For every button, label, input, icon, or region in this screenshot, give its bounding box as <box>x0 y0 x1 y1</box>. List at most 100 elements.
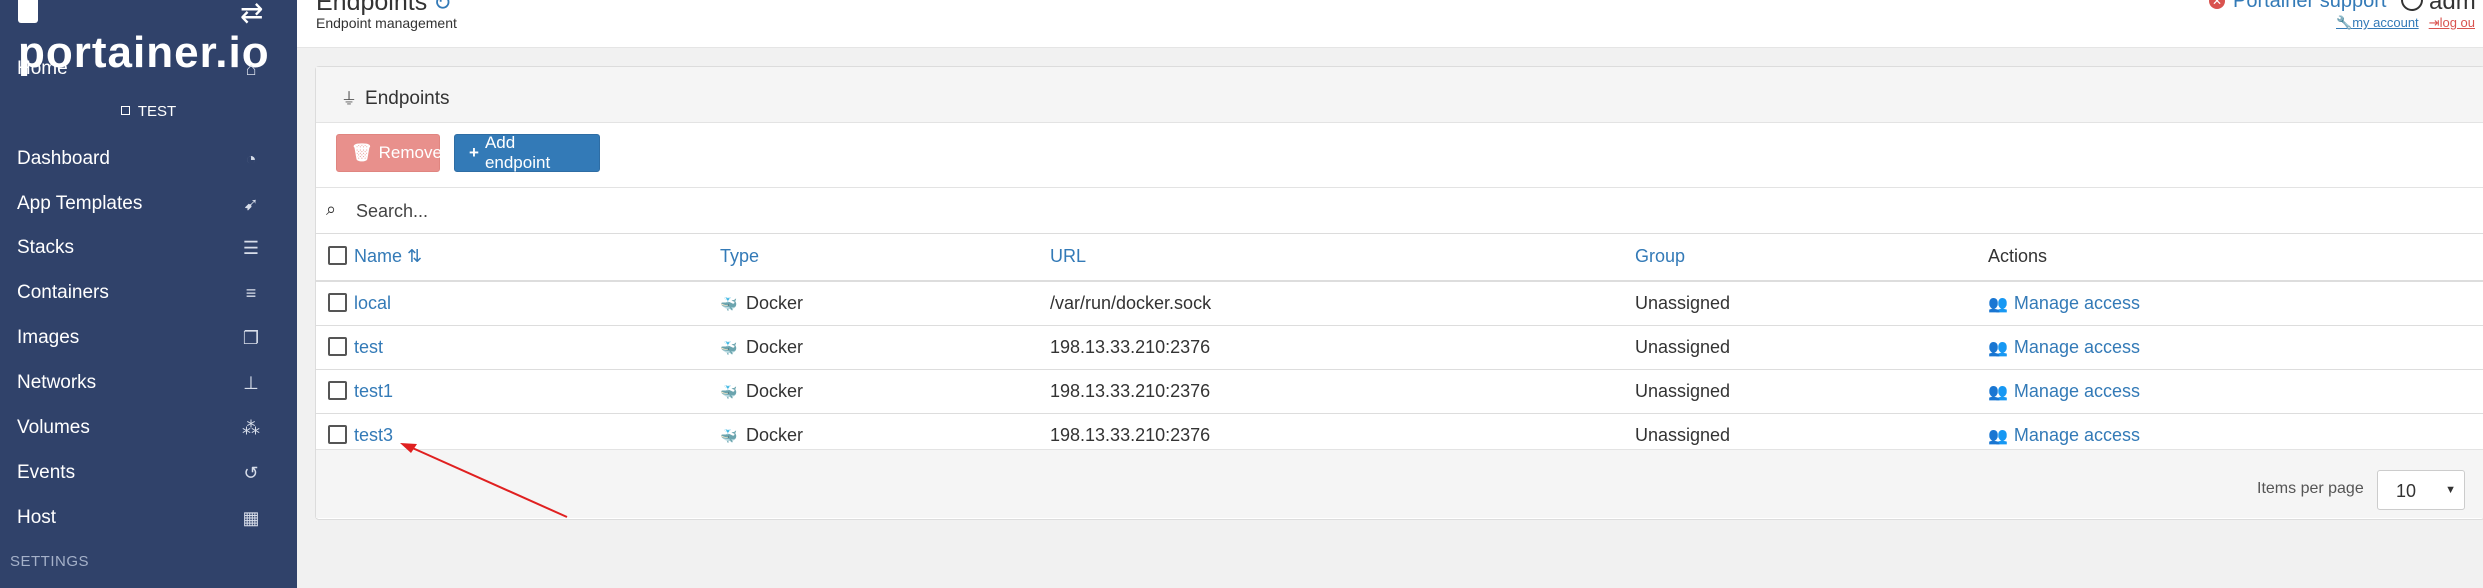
type-sort-link[interactable]: Type <box>720 246 759 266</box>
sidebar-item-home[interactable]: Home ⌂ <box>0 47 297 91</box>
page-title-text: Endpoints <box>316 0 428 16</box>
remove-button[interactable]: 🗑 Remove <box>336 134 442 172</box>
sidebar-item-label: Volumes <box>17 417 90 438</box>
manage-access-label: Manage access <box>2013 425 2140 445</box>
user-icon <box>2401 0 2423 11</box>
type-label: Docker <box>746 425 804 445</box>
sidebar: portainer.io ⇄ Home ⌂ TEST Dashboard ◔ A… <box>0 0 297 588</box>
my-account-link[interactable]: 🔧my account <box>2336 15 2419 30</box>
widget-title-text: Endpoints <box>365 88 450 109</box>
manage-access-link[interactable]: 👥 Manage access <box>1988 381 2140 401</box>
remove-label: Remove <box>378 143 442 162</box>
widget-title: ⏚ Endpoints <box>341 85 450 110</box>
url-cell: 198.13.33.210:2376 <box>1050 369 1635 414</box>
search-icon: ⌕ <box>326 199 337 219</box>
manage-access-link[interactable]: 👥 Manage access <box>1988 337 2140 357</box>
name-column-header[interactable]: Name ⇅ <box>354 233 720 282</box>
sidebar-item-app-templates[interactable]: App Templates ➹ <box>0 182 297 226</box>
url-column-header[interactable]: URL <box>1050 233 1635 282</box>
table-row: local 🐳 Docker /var/run/docker.sock Unass… <box>316 281 2483 326</box>
row-select-cell <box>316 325 354 370</box>
manage-access-label: Manage access <box>2013 337 2140 357</box>
manage-access-link[interactable]: 👥 Manage access <box>1988 293 2140 313</box>
my-account-label: my account <box>2352 15 2419 30</box>
sidebar-item-volumes[interactable]: Volumes ⁂ <box>0 406 297 450</box>
items-per-page-select[interactable]: 10 ▼ <box>2377 470 2465 510</box>
sidebar-item-label: Host <box>17 507 57 528</box>
name-cell: local <box>354 281 720 326</box>
users-icon: 👥 <box>1988 296 2008 313</box>
add-endpoint-button[interactable]: + Add endpoint <box>454 133 600 172</box>
type-label: Docker <box>746 381 804 401</box>
group-cell: Unassigned <box>1635 369 1988 414</box>
actions-cell: 👥 Manage access <box>1988 281 2483 326</box>
sidebar-item-containers[interactable]: Containers ≡ <box>0 271 297 315</box>
name-sort-link[interactable]: Name <box>354 246 402 266</box>
sidebar-item-events[interactable]: Events ↺ <box>0 451 297 495</box>
users-icon: 👥 <box>1988 428 2008 445</box>
sidebar-item-dashboard[interactable]: Dashboard ◔ <box>0 137 297 181</box>
endpoint-name-link[interactable]: local <box>354 293 391 313</box>
history-icon: ↺ <box>243 462 259 483</box>
table-header-row: Name ⇅ Type URL Group Actions <box>316 233 2483 282</box>
endpoints-widget: ⏚ Endpoints 🗑 Remove + Add endpoint ⌕ Name … <box>315 66 2483 520</box>
name-cell: test1 <box>354 369 720 414</box>
users-icon: 👥 <box>1988 384 2008 401</box>
search-input[interactable] <box>354 196 958 226</box>
endpoint-name-link[interactable]: test1 <box>354 381 393 401</box>
exchange-icon[interactable]: ⇄ <box>240 0 263 29</box>
docker-icon: 🐳 <box>720 340 738 356</box>
actions-cell: 👥 Manage access <box>1988 325 2483 370</box>
select-all-checkbox[interactable] <box>328 246 347 265</box>
sidebar-item-images[interactable]: Images ❐ <box>0 316 297 360</box>
row-checkbox[interactable] <box>328 381 347 400</box>
items-per-page-value: 10 <box>2396 481 2417 501</box>
refresh-icon[interactable]: ↻ <box>433 0 451 15</box>
type-cell: 🐳 Docker <box>720 325 1050 370</box>
sidebar-item-stacks[interactable]: Stacks ☰ <box>0 226 297 270</box>
users-icon: 👥 <box>1988 340 2008 357</box>
endpoint-name-link[interactable]: test <box>354 337 383 357</box>
sidebar-item-label: App Templates <box>17 193 143 214</box>
name-cell: test <box>354 325 720 370</box>
settings-section-title: SETTINGS <box>10 553 90 570</box>
widget-header: ⏚ Endpoints <box>316 67 2483 123</box>
th-list-icon: ☰ <box>242 237 260 258</box>
docker-icon: 🐳 <box>720 296 738 312</box>
sidebar-item-label: Home <box>17 58 68 79</box>
endpoints-table: Name ⇅ Type URL Group Actions local 🐳 Doc… <box>316 233 2483 458</box>
group-sort-link[interactable]: Group <box>1635 246 1685 266</box>
url-cell: 198.13.33.210:2376 <box>1050 325 1635 370</box>
sidebar-item-label: Images <box>17 327 80 348</box>
wrench-icon: 🔧 <box>2336 15 2353 30</box>
user-label: adm <box>2429 0 2476 15</box>
group-cell: Unassigned <box>1635 325 1988 370</box>
sidebar-item-host[interactable]: Host ▦ <box>0 496 297 540</box>
support-link[interactable]: ✕ Portainer support <box>2209 0 2386 13</box>
user-name: adm <box>2401 0 2476 16</box>
row-checkbox[interactable] <box>328 293 347 312</box>
type-column-header[interactable]: Type <box>720 233 1050 282</box>
support-icon: ✕ <box>2209 0 2225 9</box>
sidebar-item-label: Containers <box>17 282 109 303</box>
endpoint-name-link[interactable]: test3 <box>354 425 393 445</box>
plug-icon: ⏚ <box>341 91 358 108</box>
row-checkbox[interactable] <box>328 425 347 444</box>
table-row: test 🐳 Docker 198.13.33.210:2376 Unassign… <box>316 325 2483 370</box>
type-label: Docker <box>746 293 804 313</box>
actions-column-header: Actions <box>1988 233 2483 282</box>
url-sort-link[interactable]: URL <box>1050 246 1086 266</box>
logout-link[interactable]: ⇥log ou <box>2429 15 2475 30</box>
table-footer: Items per page 10 ▼ <box>316 449 2483 518</box>
type-cell: 🐳 Docker <box>720 281 1050 326</box>
manage-access-link[interactable]: 👥 Manage access <box>1988 425 2140 445</box>
clone-icon: ❐ <box>242 327 260 348</box>
actions-cell: 👥 Manage access <box>1988 369 2483 414</box>
add-endpoint-label: Add endpoint <box>484 133 551 172</box>
row-checkbox[interactable] <box>328 337 347 356</box>
manage-access-label: Manage access <box>2013 381 2140 401</box>
search-bar: ⌕ <box>316 187 2483 234</box>
account-links: 🔧my account ⇥log ou <box>2336 15 2475 31</box>
sidebar-item-networks[interactable]: Networks ⊥ <box>0 361 297 405</box>
group-column-header[interactable]: Group <box>1635 233 1988 282</box>
